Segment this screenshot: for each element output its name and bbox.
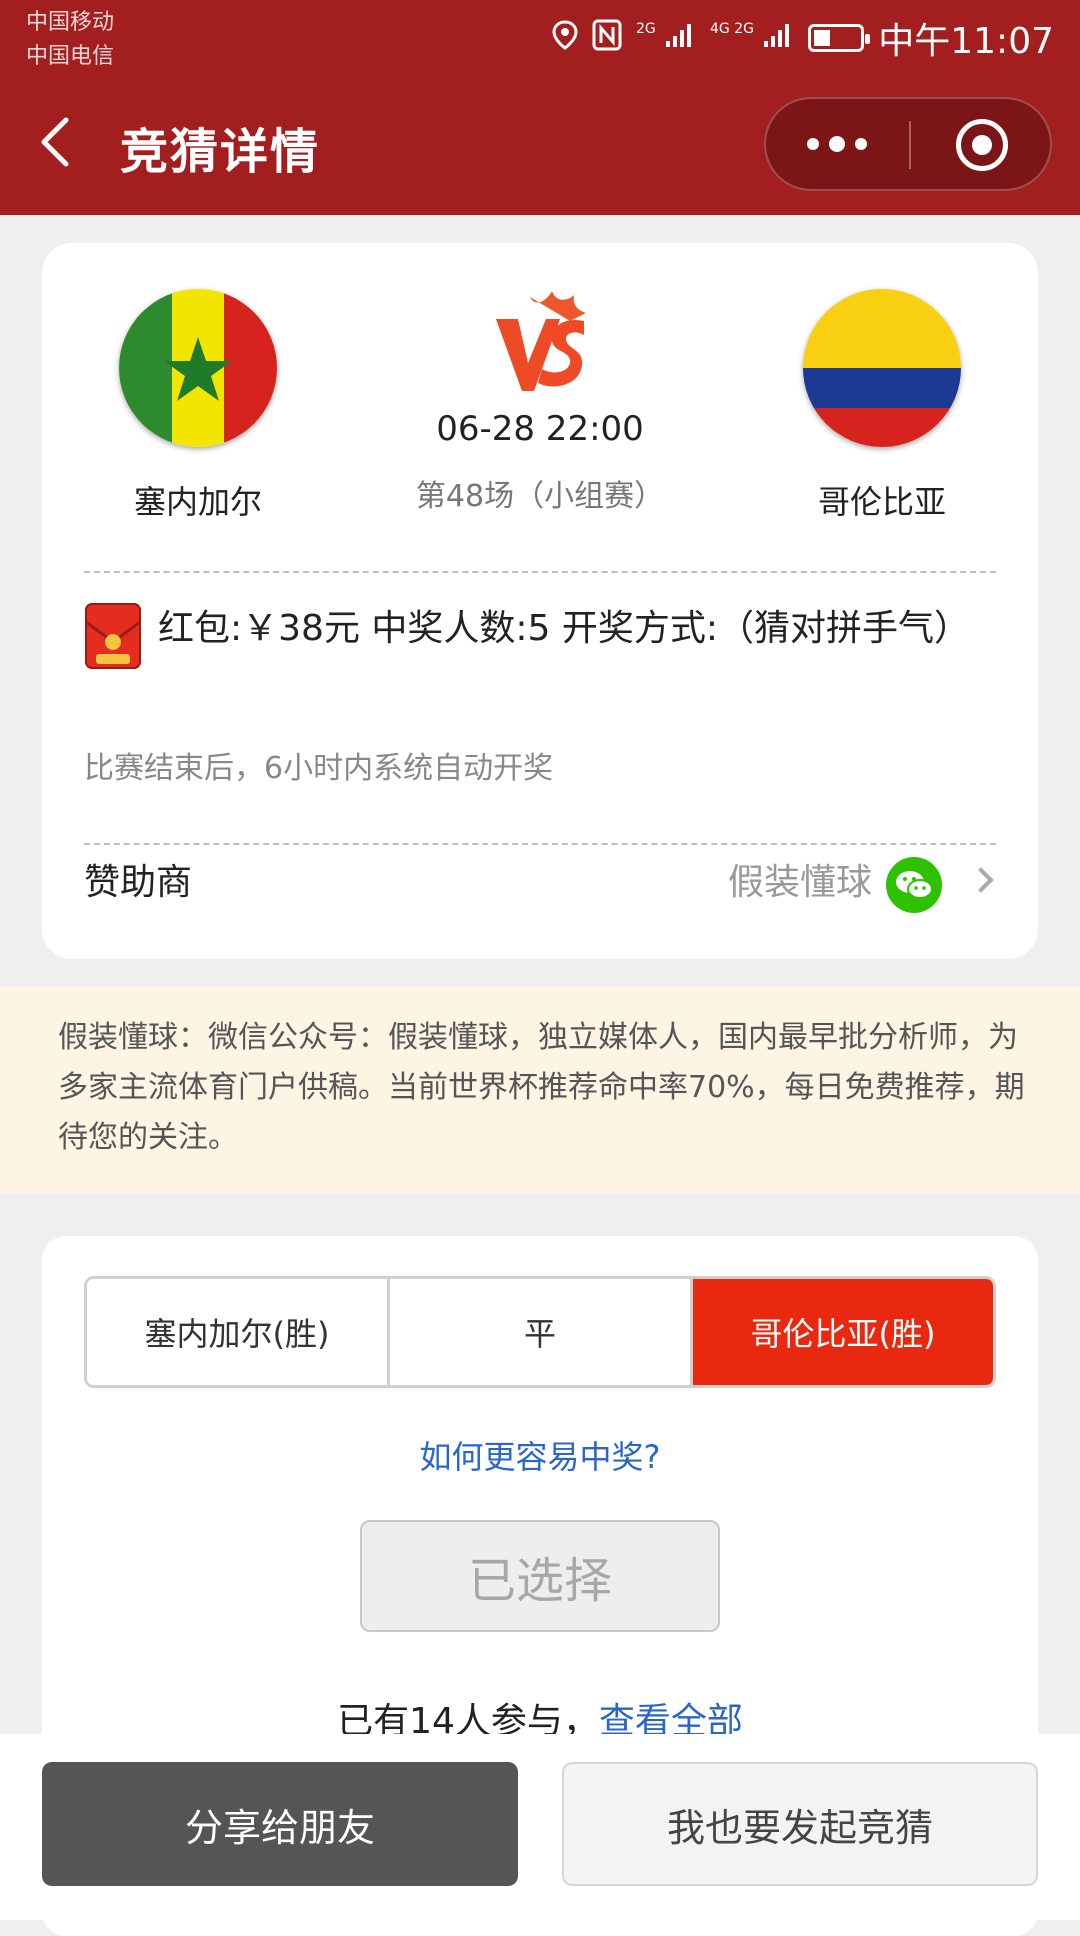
draw-note: 比赛结束后，6小时内系统自动开奖 [84,751,554,786]
carrier-2: 中国电信 [26,44,115,69]
red-envelope-icon [85,603,141,669]
signal-2-label: 4G 2G [710,20,754,37]
bet-options: 塞内加尔(胜) 平 哥伦比亚(胜) [84,1276,996,1388]
signal-1-label: 2G [635,20,656,37]
chosen-button[interactable]: 已选择 [360,1520,720,1632]
close-mini-program-button[interactable] [956,119,1008,171]
match-card: 塞内加尔 06-28 22:00 第48场（小组赛） 哥伦比亚 红包:￥38元 … [42,243,1038,959]
signal-icon: 2G [636,21,696,56]
nfc-icon [592,19,622,58]
battery-icon [808,24,871,52]
top-header: 中国移动 中国电信 2G 4G 2G 中午11:07 竞猜详情 [0,0,1080,215]
mini-program-capsule [764,97,1052,191]
carrier-1: 中国移动 [26,10,115,35]
signal-2-icon: 4G 2G [710,21,794,56]
option-draw[interactable]: 平 [387,1279,690,1385]
sponsor-description: 假装懂球：微信公众号：假装懂球，独立媒体人，国内最早批分析师，为多家主流体育门户… [0,987,1080,1193]
divider-1 [84,571,996,573]
status-indicators: 2G 4G 2G 中午11:07 [552,12,1054,64]
option-home-win[interactable]: 塞内加尔(胜) [87,1279,387,1385]
back-button[interactable] [36,112,76,172]
vs-flame-icon [496,291,586,391]
status-carriers: 中国移动 中国电信 [26,6,114,74]
colombia-flag-icon [803,289,961,447]
sponsor-name: 假装懂球 [727,862,872,903]
location-icon [552,19,578,57]
share-button[interactable]: 分享给朋友 [42,1762,518,1886]
capsule-divider [909,121,911,169]
howto-link[interactable]: 如何更容易中奖? [42,1432,1038,1478]
status-time: 中午11:07 [878,21,1054,62]
more-menu-button[interactable] [766,99,908,189]
bottom-action-bar: 分享给朋友 我也要发起竞猜 [0,1734,1080,1920]
chevron-right-icon [968,867,994,893]
wechat-icon [886,857,942,913]
away-team: 哥伦比亚 [782,289,982,523]
start-guess-button[interactable]: 我也要发起竞猜 [562,1762,1038,1886]
option-away-win[interactable]: 哥伦比亚(胜) [690,1279,993,1385]
page-title: 竞猜详情 [120,124,321,180]
prize-info: 红包:￥38元 中奖人数:5 开奖方式:（猜对拼手气） [158,608,970,649]
sponsor-row[interactable]: 赞助商 假装懂球 [84,833,996,913]
away-team-name: 哥伦比亚 [817,483,946,521]
back-arrow-icon [41,117,69,167]
sponsor-label: 赞助商 [84,862,193,903]
